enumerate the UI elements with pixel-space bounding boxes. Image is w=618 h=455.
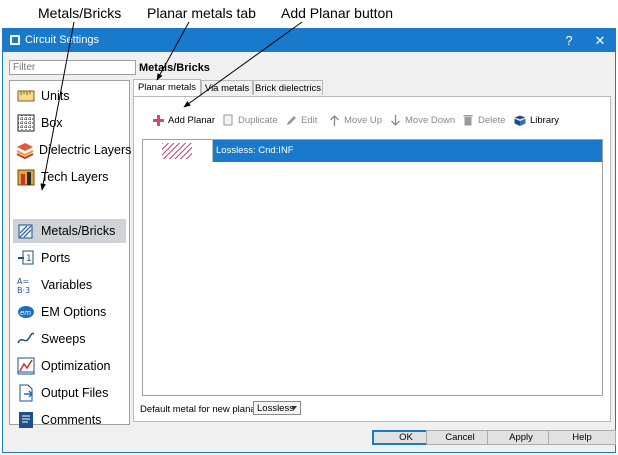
annotation-arrows [40,21,303,191]
arrow-to-add-planar-button [183,21,303,108]
arrow-to-planar-metals-tab [156,21,190,81]
arrow-to-metals-bricks [40,21,75,191]
